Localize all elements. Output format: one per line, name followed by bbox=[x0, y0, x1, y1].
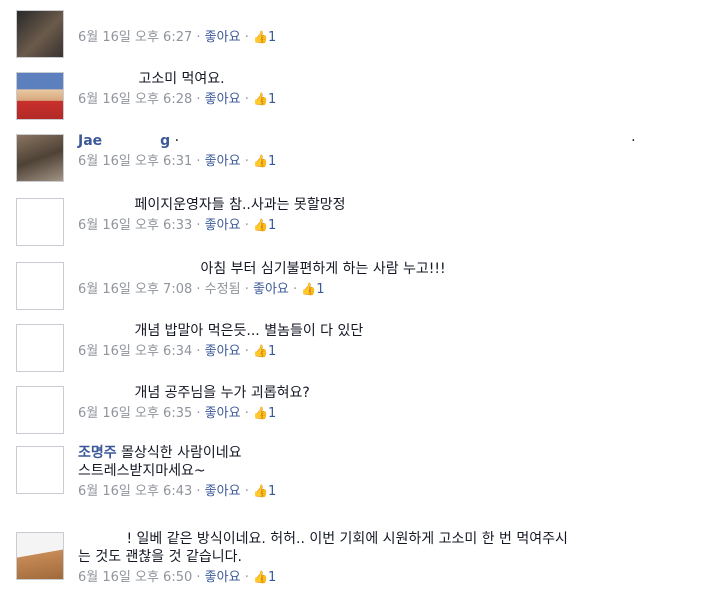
comment-text: 개념 공주님을 누가 괴롭혀요? bbox=[78, 384, 710, 402]
thumbs-up-icon: 👍 bbox=[252, 344, 268, 358]
comment-meta: 6월 16일 오후 6:28 · 좋아요 · 👍1 bbox=[78, 92, 277, 107]
comment-timestamp[interactable]: 6월 16일 오후 6:35 bbox=[78, 406, 192, 421]
comment-meta: 6월 16일 오후 6:31 · 좋아요 · 👍1 bbox=[78, 154, 277, 169]
comment-text: 는 것도 괜찮을 것 같습니다. bbox=[78, 548, 710, 566]
comment-timestamp[interactable]: 6월 16일 오후 6:33 bbox=[78, 218, 192, 233]
comment-meta: 6월 16일 오후 6:43 · 좋아요 · 👍1 bbox=[78, 484, 277, 499]
redacted-text bbox=[179, 132, 632, 148]
comment-meta: 6월 16일 오후 6:27 · 좋아요 · 👍1 bbox=[78, 30, 277, 45]
comment-body: ! 일베 같은 방식이네요. 허허.. 이번 기회에 시원하게 고소미 한 번 … bbox=[126, 531, 568, 547]
comment-meta: 6월 16일 오후 6:34 · 좋아요 · 👍1 bbox=[78, 344, 277, 359]
avatar[interactable] bbox=[16, 532, 64, 580]
comment-text: 페이지운영자들 참..사과는 못할망정 bbox=[78, 196, 710, 214]
redacted-text bbox=[78, 530, 122, 546]
comment-text: 아침 부터 심기불편하게 하는 사람 누고!!! bbox=[78, 260, 710, 278]
thumbs-up-icon: 👍 bbox=[252, 92, 268, 106]
like-button[interactable]: 좋아요 bbox=[205, 154, 241, 169]
like-button[interactable]: 좋아요 bbox=[205, 570, 241, 585]
comment-body: 고소미 먹여요. bbox=[138, 71, 225, 87]
comment-text bbox=[78, 8, 710, 26]
like-count[interactable]: 1 bbox=[268, 406, 276, 421]
edited-label[interactable]: 수정됨 bbox=[205, 282, 241, 297]
redacted-text bbox=[78, 260, 196, 276]
comment-meta: 6월 16일 오후 6:35 · 좋아요 · 👍1 bbox=[78, 406, 277, 421]
like-count[interactable]: 1 bbox=[268, 484, 276, 499]
redacted-text bbox=[78, 196, 130, 212]
comment-body: 페이지운영자들 참..사과는 못할망정 bbox=[134, 197, 346, 213]
thumbs-up-icon: 👍 bbox=[252, 30, 268, 44]
comment-timestamp[interactable]: 6월 16일 오후 6:50 bbox=[78, 570, 192, 585]
avatar[interactable] bbox=[16, 10, 64, 58]
like-button[interactable]: 좋아요 bbox=[205, 30, 241, 45]
comment-author-tail[interactable]: g bbox=[160, 133, 170, 149]
comment-text: 스트레스받지마세요~ bbox=[78, 462, 710, 480]
comment-body: 아침 부터 심기불편하게 하는 사람 누고!!! bbox=[200, 261, 446, 277]
comment-timestamp[interactable]: 6월 16일 오후 7:08 bbox=[78, 282, 192, 297]
avatar[interactable] bbox=[16, 134, 64, 182]
avatar[interactable] bbox=[16, 72, 64, 120]
comment-author[interactable]: 조명주 bbox=[78, 445, 117, 461]
like-count[interactable]: 1 bbox=[268, 218, 276, 233]
like-count[interactable]: 1 bbox=[268, 344, 276, 359]
comment-body: 개념 밥말아 먹은듯... 별놈들이 다 있단 bbox=[134, 323, 364, 339]
comment-text: 고소미 먹여요. bbox=[78, 70, 710, 88]
redacted-text bbox=[78, 70, 134, 86]
thumbs-up-icon: 👍 bbox=[252, 484, 268, 498]
comment-meta: 6월 16일 오후 7:08 · 수정됨 · 좋아요 · 👍1 bbox=[78, 282, 325, 297]
comment-text: Jae g · · bbox=[78, 132, 710, 150]
like-count[interactable]: 1 bbox=[268, 92, 276, 107]
avatar[interactable] bbox=[16, 262, 64, 310]
like-button[interactable]: 좋아요 bbox=[253, 282, 289, 297]
like-count[interactable]: 1 bbox=[268, 570, 276, 585]
comment-body-line2: 스트레스받지마세요~ bbox=[78, 463, 206, 479]
comment-timestamp[interactable]: 6월 16일 오후 6:28 bbox=[78, 92, 192, 107]
avatar[interactable] bbox=[16, 386, 64, 434]
like-count[interactable]: 1 bbox=[268, 154, 276, 169]
thumbs-up-icon: 👍 bbox=[252, 570, 268, 584]
comment-text: 조명주 몰상식한 사람이네요 bbox=[78, 444, 710, 462]
avatar[interactable] bbox=[16, 324, 64, 372]
avatar[interactable] bbox=[16, 198, 64, 246]
like-button[interactable]: 좋아요 bbox=[205, 344, 241, 359]
like-button[interactable]: 좋아요 bbox=[205, 406, 241, 421]
thumbs-up-icon: 👍 bbox=[301, 282, 317, 296]
redacted-text bbox=[78, 322, 130, 338]
comment-meta: 6월 16일 오후 6:33 · 좋아요 · 👍1 bbox=[78, 218, 277, 233]
comment-body: 개념 공주님을 누가 괴롭혀요? bbox=[134, 385, 310, 401]
thumbs-up-icon: 👍 bbox=[252, 218, 268, 232]
comment-timestamp[interactable]: 6월 16일 오후 6:27 bbox=[78, 30, 192, 45]
redacted-text bbox=[78, 384, 130, 400]
comment-timestamp[interactable]: 6월 16일 오후 6:31 bbox=[78, 154, 192, 169]
avatar[interactable] bbox=[16, 446, 64, 494]
thumbs-up-icon: 👍 bbox=[252, 406, 268, 420]
comment-body: 몰상식한 사람이네요 bbox=[121, 445, 242, 461]
like-button[interactable]: 좋아요 bbox=[205, 92, 241, 107]
comment-text: 개념 밥말아 먹은듯... 별놈들이 다 있단 bbox=[78, 322, 710, 340]
comment-text: ! 일베 같은 방식이네요. 허허.. 이번 기회에 시원하게 고소미 한 번 … bbox=[78, 530, 710, 548]
comment-timestamp[interactable]: 6월 16일 오후 6:43 bbox=[78, 484, 192, 499]
comment-meta: 6월 16일 오후 6:50 · 좋아요 · 👍1 bbox=[78, 570, 277, 585]
redacted-text bbox=[102, 132, 161, 148]
like-count[interactable]: 1 bbox=[316, 282, 324, 297]
comment-body-tail: · bbox=[631, 133, 636, 149]
like-button[interactable]: 좋아요 bbox=[205, 484, 241, 499]
like-count[interactable]: 1 bbox=[268, 30, 276, 45]
like-button[interactable]: 좋아요 bbox=[205, 218, 241, 233]
comment-body-line2: 는 것도 괜찮을 것 같습니다. bbox=[78, 549, 242, 565]
comment-timestamp[interactable]: 6월 16일 오후 6:34 bbox=[78, 344, 192, 359]
redacted-text bbox=[78, 8, 288, 24]
thumbs-up-icon: 👍 bbox=[252, 154, 268, 168]
comment-author[interactable]: Jae bbox=[78, 133, 102, 149]
